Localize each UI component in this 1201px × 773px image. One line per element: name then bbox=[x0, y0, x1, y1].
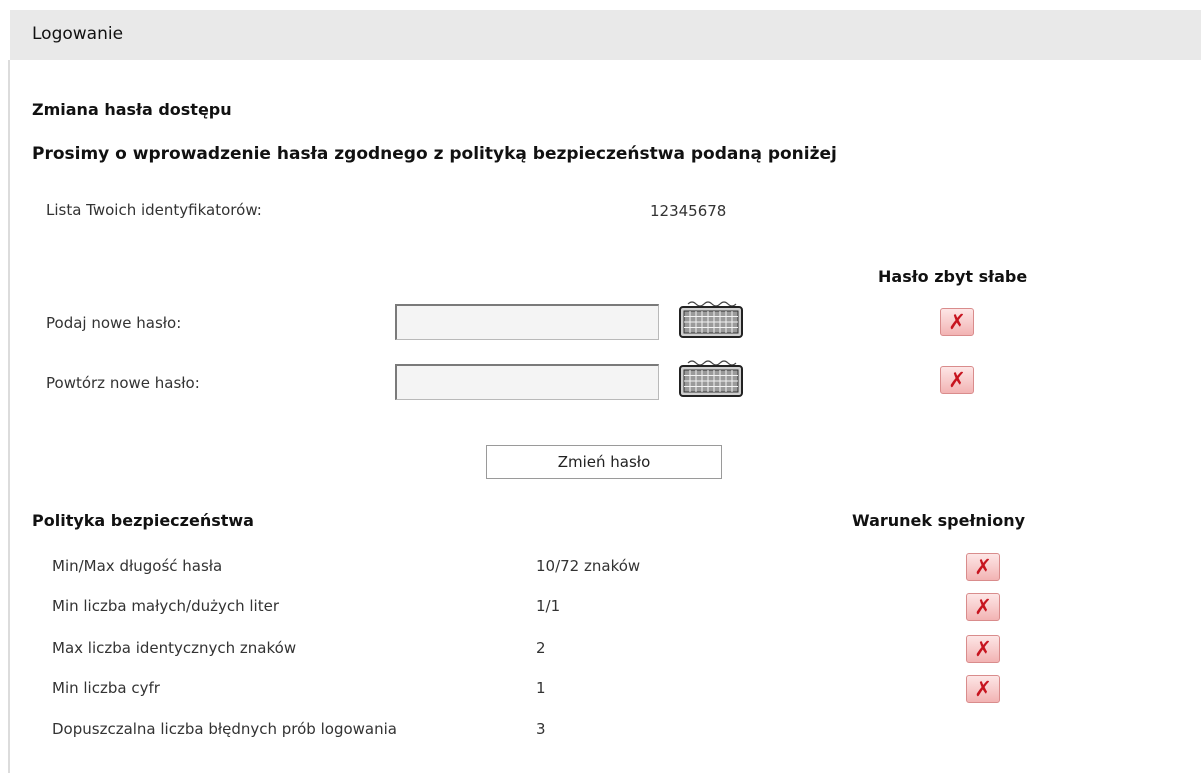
new-password-label: Podaj nowe hasło: bbox=[46, 314, 182, 332]
policy-rule-value: 10/72 znaków bbox=[536, 557, 641, 575]
change-password-button[interactable]: Zmień hasło bbox=[486, 445, 722, 479]
x-icon: ✗ bbox=[940, 308, 974, 336]
policy-rule-value: 1 bbox=[536, 679, 546, 697]
policy-rule-label: Min liczba małych/dużych liter bbox=[52, 597, 279, 615]
policy-rule-value: 1/1 bbox=[536, 597, 561, 615]
identifiers-value: 12345678 bbox=[650, 202, 727, 220]
x-icon: ✗ bbox=[966, 553, 1000, 581]
new-password-input[interactable] bbox=[395, 304, 659, 340]
policy-title: Polityka bezpieczeństwa bbox=[32, 511, 254, 530]
x-icon: ✗ bbox=[940, 366, 974, 394]
policy-rule-label: Max liczba identycznych znaków bbox=[52, 639, 297, 657]
frame-border bbox=[8, 60, 10, 773]
keyboard-icon[interactable] bbox=[678, 354, 744, 398]
strength-header: Hasło zbyt słabe bbox=[878, 267, 1028, 286]
x-icon: ✗ bbox=[966, 635, 1000, 663]
identifiers-label: Lista Twoich identyfikatorów: bbox=[46, 201, 262, 219]
policy-rule-label: Min/Max długość hasła bbox=[52, 557, 223, 575]
header-title: Logowanie bbox=[32, 24, 124, 44]
policy-status-header: Warunek spełniony bbox=[852, 511, 1026, 530]
repeat-password-input[interactable] bbox=[395, 364, 659, 400]
login-page: Logowanie Zmiana hasła dostępu Prosimy o… bbox=[0, 0, 1201, 773]
x-icon: ✗ bbox=[966, 675, 1000, 703]
header-bar: Logowanie bbox=[10, 10, 1201, 60]
policy-rule-label: Dopuszczalna liczba błędnych prób logowa… bbox=[52, 720, 397, 738]
instruction-text: Prosimy o wprowadzenie hasła zgodnego z … bbox=[32, 144, 837, 164]
repeat-password-label: Powtórz nowe hasło: bbox=[46, 374, 200, 392]
x-icon: ✗ bbox=[966, 593, 1000, 621]
keyboard-icon[interactable] bbox=[678, 295, 744, 339]
policy-rule-value: 2 bbox=[536, 639, 546, 657]
policy-rule-value: 3 bbox=[536, 720, 546, 738]
section-title: Zmiana hasła dostępu bbox=[32, 100, 232, 119]
policy-rule-label: Min liczba cyfr bbox=[52, 679, 160, 697]
